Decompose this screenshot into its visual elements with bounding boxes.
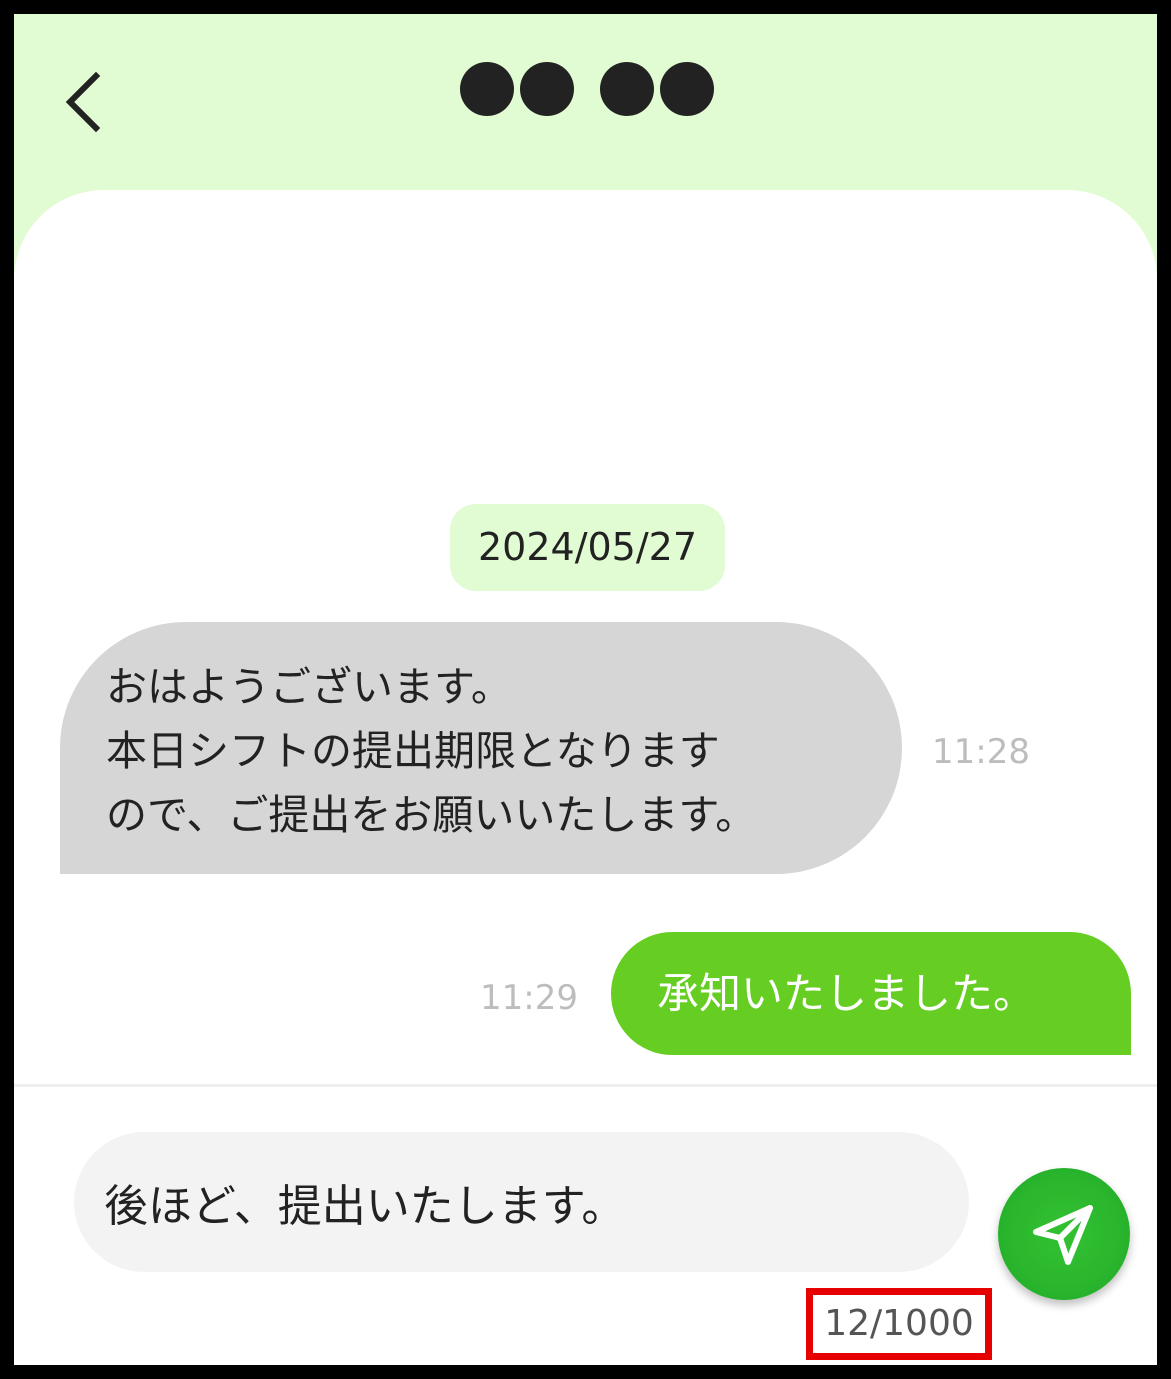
masked-name-dot	[660, 62, 714, 116]
char-count-highlight: 12/1000	[806, 1288, 992, 1360]
incoming-message-bubble: おはようございます。 本日シフトの提出期限となります ので、ご提出をお願いいたし…	[60, 622, 902, 874]
chat-screen: 2024/05/27 おはようございます。 本日シフトの提出期限となります ので…	[0, 0, 1171, 1379]
message-line: 本日シフトの提出期限となります	[106, 727, 720, 775]
date-separator: 2024/05/27	[450, 504, 725, 591]
masked-name-dot	[520, 62, 574, 116]
outgoing-message-time: 11:29	[480, 978, 578, 1018]
back-button[interactable]	[52, 66, 124, 138]
masked-name-dot	[460, 62, 514, 116]
send-icon	[1033, 1205, 1093, 1265]
chevron-left-icon	[65, 71, 101, 133]
message-line: ので、ご提出をお願いいたします。	[106, 791, 757, 839]
masked-name-dot	[600, 62, 654, 116]
char-counter: 12/1000	[824, 1303, 974, 1344]
send-button[interactable]	[998, 1168, 1130, 1300]
incoming-message-time: 11:28	[932, 732, 1030, 772]
outgoing-message-bubble: 承知いたしました。	[611, 932, 1131, 1055]
message-line: おはようございます。	[106, 663, 512, 711]
message-input[interactable]	[74, 1132, 969, 1272]
